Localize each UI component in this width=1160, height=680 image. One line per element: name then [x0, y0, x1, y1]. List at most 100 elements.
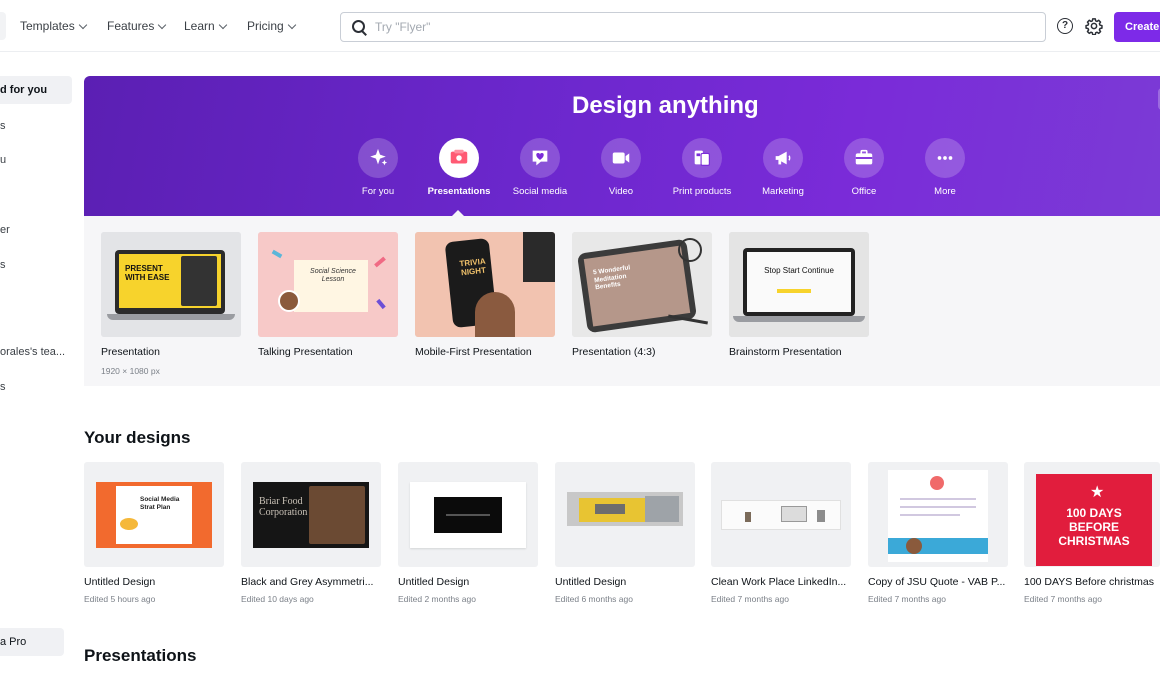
- search-input[interactable]: [375, 20, 1015, 34]
- more-icon: [925, 138, 965, 178]
- category-office[interactable]: Office: [824, 138, 904, 197]
- category-presentations[interactable]: Presentations: [419, 138, 499, 197]
- design-name: Clean Work Place LinkedIn...: [711, 576, 847, 588]
- sidebar-item-apps[interactable]: s: [0, 259, 6, 271]
- template-card[interactable]: Stop Start Continue Brainstorm Presentat…: [729, 232, 869, 358]
- category-label: Presentations: [427, 186, 491, 197]
- chevron-down-icon: [287, 20, 296, 29]
- chevron-down-icon: [218, 20, 227, 29]
- design-thumb-text: Social Media Strat Plan: [140, 496, 180, 511]
- sidebar-item-team[interactable]: orales's tea...: [0, 346, 65, 358]
- design-card[interactable]: Copy of JSU Quote - VAB P... Edited 7 mo…: [868, 462, 1008, 604]
- nav-features[interactable]: Features: [107, 19, 167, 33]
- megaphone-icon: [763, 138, 803, 178]
- design-thumbnail[interactable]: [868, 462, 1008, 567]
- design-thumbnail[interactable]: Briar Food Corporation: [241, 462, 381, 567]
- template-name: Talking Presentation: [258, 346, 353, 358]
- design-edited-time: Edited 6 months ago: [555, 594, 633, 604]
- search-box[interactable]: [340, 12, 1046, 42]
- template-thumbnail[interactable]: Social Science Lesson: [258, 232, 398, 337]
- template-thumb-text: Social Science Lesson: [310, 268, 356, 283]
- design-edited-time: Edited 7 months ago: [711, 594, 789, 604]
- design-card[interactable]: Social Media Strat Plan Untitled Design …: [84, 462, 224, 604]
- presentations-heading: Presentations: [84, 646, 197, 665]
- design-name: Untitled Design: [84, 576, 156, 588]
- sidebar-item-planner[interactable]: er: [0, 224, 10, 236]
- category-for-you[interactable]: For you: [338, 138, 418, 197]
- chevron-down-icon: [78, 20, 87, 29]
- template-card[interactable]: PRESENT WITH EASE Presentation 1920 × 10…: [101, 232, 241, 376]
- template-thumbnail[interactable]: 5 Wonderful Meditation Benefits: [572, 232, 712, 337]
- sidebar-try-pro[interactable]: a Pro: [0, 628, 64, 656]
- template-card[interactable]: 5 Wonderful Meditation Benefits Presenta…: [572, 232, 712, 358]
- design-thumbnail[interactable]: [555, 462, 695, 567]
- design-edited-time: Edited 7 months ago: [1024, 594, 1102, 604]
- template-card[interactable]: TRIVIA NIGHT Mobile-First Presentation: [415, 232, 555, 358]
- template-thumb-text: PRESENT WITH EASE: [125, 264, 170, 282]
- print-icon: [682, 138, 722, 178]
- category-label: Office: [851, 186, 877, 197]
- sidebar-item-trash[interactable]: s: [0, 381, 6, 393]
- design-name: Copy of JSU Quote - VAB P...: [868, 576, 1006, 588]
- nav-templates-label: Templates: [20, 19, 75, 33]
- category-marketing[interactable]: Marketing: [743, 138, 823, 197]
- template-thumbnail[interactable]: PRESENT WITH EASE: [101, 232, 241, 337]
- gear-icon[interactable]: [1085, 17, 1103, 36]
- template-dimensions: 1920 × 1080 px: [101, 366, 160, 376]
- design-edited-time: Edited 2 months ago: [398, 594, 476, 604]
- create-design-button[interactable]: Create: [1114, 12, 1160, 42]
- template-thumb-text: Stop Start Continue: [764, 266, 834, 275]
- template-name: Mobile-First Presentation: [415, 346, 532, 358]
- category-print-products[interactable]: Print products: [662, 138, 742, 197]
- design-name: Untitled Design: [398, 576, 470, 588]
- template-name: Presentation: [101, 346, 160, 358]
- design-thumbnail[interactable]: ★ 100 DAYS BEFORE CHRISTMAS: [1024, 462, 1160, 567]
- nav-features-label: Features: [107, 19, 155, 33]
- design-name: Black and Grey Asymmetri...: [241, 576, 374, 588]
- briefcase-icon: [844, 138, 884, 178]
- category-video[interactable]: Video: [581, 138, 661, 197]
- star-icon: ★: [1090, 484, 1105, 501]
- presentation-icon: [439, 138, 479, 178]
- category-social-media[interactable]: Social media: [500, 138, 580, 197]
- app-root: Templates Features Learn Pricing ? Creat…: [0, 0, 1160, 680]
- top-bar: Templates Features Learn Pricing ? Creat…: [0, 0, 1160, 52]
- category-label: More: [934, 186, 956, 197]
- nav-pricing-label: Pricing: [247, 19, 284, 33]
- template-card[interactable]: Social Science Lesson Talking Presentati…: [258, 232, 398, 358]
- category-label: Marketing: [762, 186, 804, 197]
- design-thumbnail[interactable]: [398, 462, 538, 567]
- your-designs-heading: Your designs: [84, 428, 191, 447]
- design-edited-time: Edited 7 months ago: [868, 594, 946, 604]
- design-card[interactable]: Untitled Design Edited 6 months ago: [555, 462, 695, 604]
- design-card[interactable]: ★ 100 DAYS BEFORE CHRISTMAS 100 DAYS Bef…: [1024, 462, 1160, 604]
- design-anything-banner: Design anything For you Presentations So…: [84, 76, 1160, 216]
- design-card[interactable]: Clean Work Place LinkedIn... Edited 7 mo…: [711, 462, 851, 604]
- design-thumbnail[interactable]: Social Media Strat Plan: [84, 462, 224, 567]
- category-label: For you: [361, 186, 395, 197]
- template-name: Brainstorm Presentation: [729, 346, 842, 358]
- sidebar-item-menu[interactable]: u: [0, 154, 6, 166]
- template-thumbnail[interactable]: TRIVIA NIGHT: [415, 232, 555, 337]
- design-card[interactable]: Briar Food Corporation Black and Grey As…: [241, 462, 381, 604]
- design-card[interactable]: Untitled Design Edited 2 months ago: [398, 462, 538, 604]
- sidebar-item-projects[interactable]: s: [0, 120, 6, 132]
- template-thumbnail[interactable]: Stop Start Continue: [729, 232, 869, 337]
- template-strip: PRESENT WITH EASE Presentation 1920 × 10…: [84, 216, 1160, 386]
- design-edited-time: Edited 10 days ago: [241, 594, 314, 604]
- nav-templates[interactable]: Templates: [20, 19, 87, 33]
- nav-pricing[interactable]: Pricing: [247, 19, 296, 33]
- design-edited-time: Edited 5 hours ago: [84, 594, 156, 604]
- design-thumbnail[interactable]: [711, 462, 851, 567]
- design-thumb-text: Briar Food Corporation: [259, 496, 308, 518]
- category-label: Social media: [512, 186, 568, 197]
- help-icon[interactable]: ?: [1057, 18, 1073, 34]
- sidebar-item-designed-for-you[interactable]: d for you: [0, 76, 72, 104]
- design-name: 100 DAYS Before christmas: [1024, 576, 1154, 588]
- nav-learn-label: Learn: [184, 19, 215, 33]
- nav-learn[interactable]: Learn: [184, 19, 227, 33]
- search-icon[interactable]: [351, 19, 367, 35]
- home-button[interactable]: [0, 12, 6, 40]
- category-more[interactable]: More: [905, 138, 985, 197]
- hero-title: Design anything: [572, 92, 759, 119]
